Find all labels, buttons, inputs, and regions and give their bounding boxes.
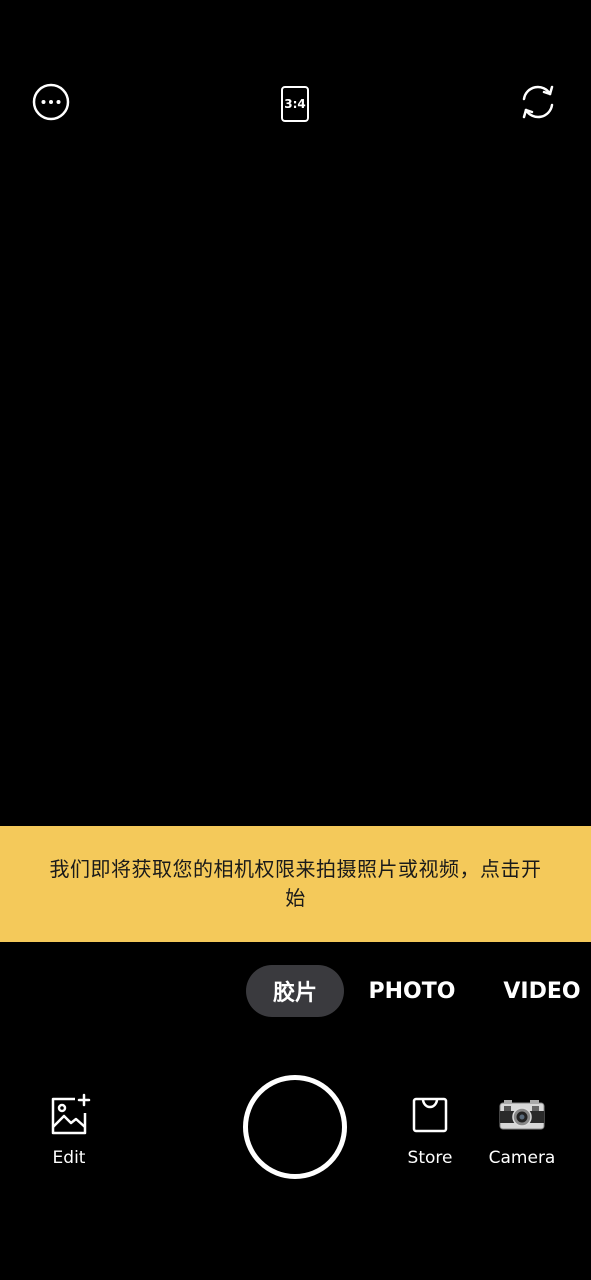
edit-image-icon (29, 1092, 109, 1138)
aspect-ratio-button[interactable]: 3:4 (275, 84, 315, 124)
mode-tab-photo[interactable]: PHOTO (360, 965, 464, 1017)
mode-selector: 胶片 PHOTO VIDEO (0, 965, 591, 1017)
edit-button[interactable]: Edit (29, 1092, 109, 1168)
flip-camera-button[interactable] (518, 84, 558, 124)
camera-viewfinder[interactable] (0, 150, 591, 826)
store-label: Store (407, 1148, 453, 1168)
store-button[interactable]: Store (390, 1092, 470, 1168)
edit-label: Edit (52, 1148, 86, 1168)
camera-picker-button[interactable]: Camera (482, 1092, 562, 1168)
flip-camera-icon (516, 82, 560, 126)
shutter-button[interactable] (243, 1075, 347, 1179)
more-icon (31, 82, 71, 126)
camera-screen: 3:4 我们即将获取您的相机权限来拍摄照片或视频，点击开始 胶片 PHOTO V… (0, 0, 591, 1280)
shopping-bag-icon (390, 1092, 470, 1138)
mode-tab-video[interactable]: VIDEO (496, 965, 588, 1017)
aspect-ratio-label: 3:4 (284, 97, 306, 111)
mode-tab-film[interactable]: 胶片 (246, 965, 344, 1017)
camera-label: Camera (488, 1148, 556, 1168)
permission-banner-text: 我们即将获取您的相机权限来拍摄照片或视频，点击开始 (49, 857, 542, 910)
aspect-ratio-icon: 3:4 (281, 86, 309, 122)
more-options-button[interactable] (31, 82, 71, 126)
camera-permission-banner[interactable]: 我们即将获取您的相机权限来拍摄照片或视频，点击开始 (0, 826, 591, 942)
vintage-camera-icon (482, 1092, 562, 1138)
